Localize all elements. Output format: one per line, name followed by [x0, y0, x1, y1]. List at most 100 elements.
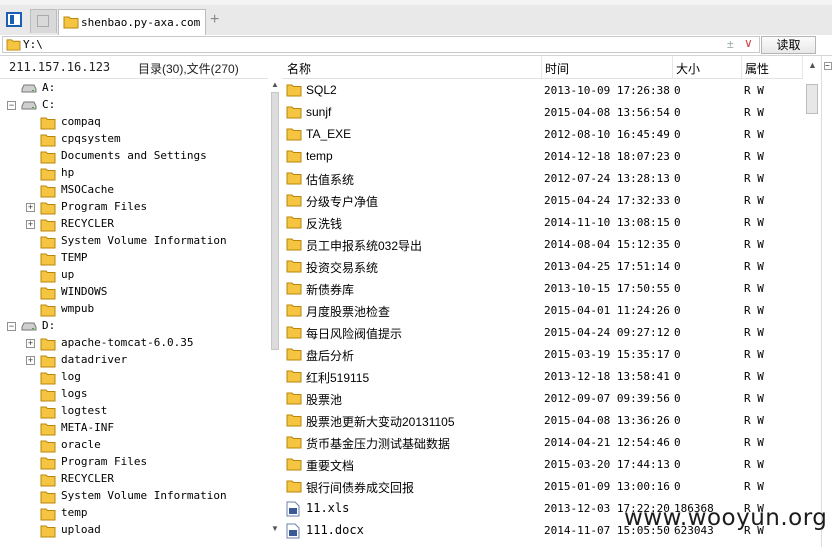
- column-header-time[interactable]: 时间: [545, 60, 569, 77]
- folder-row[interactable]: TA_EXE 2012-08-10 16:45:49 0 R W: [283, 123, 803, 145]
- tree-folder[interactable]: hp: [0, 165, 268, 182]
- tree-folder[interactable]: temp: [0, 505, 268, 522]
- scroll-thumb[interactable]: [271, 92, 279, 350]
- folder-icon: [286, 149, 302, 166]
- tree-folder[interactable]: cpqsystem: [0, 131, 268, 148]
- tree-drive[interactable]: − D:: [0, 318, 268, 335]
- tree-folder[interactable]: TEMP: [0, 250, 268, 267]
- folder-icon: [286, 83, 302, 100]
- tree-folder[interactable]: System Volume Information: [0, 488, 268, 505]
- tree-folder[interactable]: oracle: [0, 437, 268, 454]
- scroll-thumb[interactable]: [806, 84, 818, 114]
- path-input[interactable]: Y:\ ± ∨: [2, 36, 760, 53]
- tree-folder[interactable]: META-INF: [0, 420, 268, 437]
- folder-row[interactable]: 货币基金压力测试基础数据 2014-04-21 12:54:46 0 R W: [283, 431, 803, 453]
- tab-active[interactable]: shenbao.py-axa.com: [58, 9, 206, 36]
- folder-row[interactable]: 股票池 2012-09-07 09:39:56 0 R W: [283, 387, 803, 409]
- column-header-size[interactable]: 大小: [676, 60, 700, 77]
- blank-tab[interactable]: [30, 9, 57, 33]
- cell-size: 0: [674, 326, 681, 339]
- cell-time: 2015-04-24 09:27:12: [544, 326, 670, 339]
- cell-size: 0: [674, 304, 681, 317]
- folder-row[interactable]: 重要文档 2015-03-20 17:44:13 0 R W: [283, 453, 803, 475]
- folder-row[interactable]: 盘后分析 2015-03-19 15:35:17 0 R W: [283, 343, 803, 365]
- cell-attr: R W: [744, 370, 764, 383]
- cell-time: 2014-04-21 12:54:46: [544, 436, 670, 449]
- tree-folder[interactable]: log: [0, 369, 268, 386]
- column-header-name[interactable]: 名称: [287, 60, 311, 77]
- cell-size: 0: [674, 216, 681, 229]
- tree-folder[interactable]: upload: [0, 522, 268, 539]
- tree-folder[interactable]: + apache-tomcat-6.0.35: [0, 335, 268, 352]
- tree-folder[interactable]: logtest: [0, 403, 268, 420]
- folder-row[interactable]: 员工申报系统032导出 2014-08-04 15:12:35 0 R W: [283, 233, 803, 255]
- folder-icon: [286, 127, 302, 144]
- folder-row[interactable]: 每日风险阀值提示 2015-04-24 09:27:12 0 R W: [283, 321, 803, 343]
- collapse-icon[interactable]: −: [824, 62, 832, 70]
- folder-row[interactable]: sunjf 2015-04-08 13:56:54 0 R W: [283, 101, 803, 123]
- tree-label: wmpub: [61, 302, 95, 315]
- tree-label: Program Files: [61, 200, 148, 213]
- cell-time: 2014-12-18 18:07:23: [544, 150, 670, 163]
- folder-icon: [63, 16, 79, 29]
- tree-folder[interactable]: + datadriver: [0, 352, 268, 369]
- cell-name: 分级专户净值: [306, 195, 379, 209]
- folder-row[interactable]: 股票池更新大变动20131105 2015-04-08 13:36:26 0 R W: [283, 409, 803, 431]
- expand-icon[interactable]: +: [26, 203, 35, 212]
- folder-row[interactable]: 新债券库 2013-10-15 17:50:55 0 R W: [283, 277, 803, 299]
- folder-icon: [286, 391, 302, 408]
- folder-row[interactable]: SQL2 2013-10-09 17:26:38 0 R W: [283, 79, 803, 101]
- file-list-scrollbar[interactable]: ▲: [803, 56, 821, 547]
- folder-icon: [286, 215, 302, 232]
- folder-row[interactable]: 反洗钱 2014-11-10 13:08:15 0 R W: [283, 211, 803, 233]
- tree-folder[interactable]: + Program Files: [0, 199, 268, 216]
- tree-folder[interactable]: + RECYCLER: [0, 216, 268, 233]
- tree-folder[interactable]: compaq: [0, 114, 268, 131]
- cell-time: 2014-11-10 13:08:15: [544, 216, 670, 229]
- expand-icon[interactable]: +: [26, 220, 35, 229]
- chevron-down-icon[interactable]: ∨: [744, 36, 753, 50]
- expand-icon[interactable]: +: [26, 356, 35, 365]
- column-header-attr[interactable]: 属性: [745, 60, 769, 77]
- folder-row[interactable]: 分级专户净值 2015-04-24 17:32:33 0 R W: [283, 189, 803, 211]
- scroll-down-icon[interactable]: ▼: [271, 524, 279, 533]
- folder-row[interactable]: 投资交易系统 2013-04-25 17:51:14 0 R W: [283, 255, 803, 277]
- tree-label: cpqsystem: [61, 132, 121, 145]
- cell-name: 员工申报系统032导出: [306, 239, 423, 253]
- collapse-icon[interactable]: −: [7, 322, 16, 331]
- tree-folder[interactable]: logs: [0, 386, 268, 403]
- tree-drive[interactable]: A:: [0, 80, 268, 97]
- tree-label: oracle: [61, 438, 101, 451]
- scroll-up-icon[interactable]: ▲: [271, 80, 279, 89]
- new-tab-button[interactable]: +: [210, 11, 224, 31]
- tab-label: shenbao.py-axa.com: [81, 16, 201, 29]
- tree-folder[interactable]: Program Files: [0, 454, 268, 471]
- tree-scrollbar[interactable]: ▲ ▼: [268, 78, 282, 547]
- cell-name: 盘后分析: [306, 349, 355, 363]
- tree-folder[interactable]: MSOCache: [0, 182, 268, 199]
- read-button[interactable]: 读取: [761, 36, 816, 54]
- folder-row[interactable]: temp 2014-12-18 18:07:23 0 R W: [283, 145, 803, 167]
- tree-folder[interactable]: System Volume Information: [0, 233, 268, 250]
- folder-icon: [286, 193, 302, 210]
- tree-folder[interactable]: wmpub: [0, 301, 268, 318]
- folder-icon: [286, 237, 302, 254]
- expand-icon[interactable]: +: [26, 339, 35, 348]
- scroll-up-icon[interactable]: ▲: [808, 60, 817, 70]
- window-panel-icon[interactable]: [6, 12, 22, 27]
- folder-row[interactable]: 银行间债券成交回报 2015-01-09 13:00:16 0 R W: [283, 475, 803, 497]
- tree-drive[interactable]: − C:: [0, 97, 268, 114]
- tree-folder[interactable]: WINDOWS: [0, 284, 268, 301]
- tree-folder[interactable]: Documents and Settings: [0, 148, 268, 165]
- bookmark-icon[interactable]: ±: [727, 37, 734, 51]
- folder-row[interactable]: 红利519115 2013-12-18 13:58:41 0 R W: [283, 365, 803, 387]
- tree-folder[interactable]: RECYCLER: [0, 471, 268, 488]
- cell-size: 0: [674, 194, 681, 207]
- tree-folder[interactable]: up: [0, 267, 268, 284]
- folder-row[interactable]: 月度股票池检查 2015-04-01 11:24:26 0 R W: [283, 299, 803, 321]
- tree-label: up: [61, 268, 75, 281]
- cell-time: 2015-01-09 13:00:16: [544, 480, 670, 493]
- folder-row[interactable]: 估值系统 2012-07-24 13:28:13 0 R W: [283, 167, 803, 189]
- cell-time: 2013-10-15 17:50:55: [544, 282, 670, 295]
- collapse-icon[interactable]: −: [7, 101, 16, 110]
